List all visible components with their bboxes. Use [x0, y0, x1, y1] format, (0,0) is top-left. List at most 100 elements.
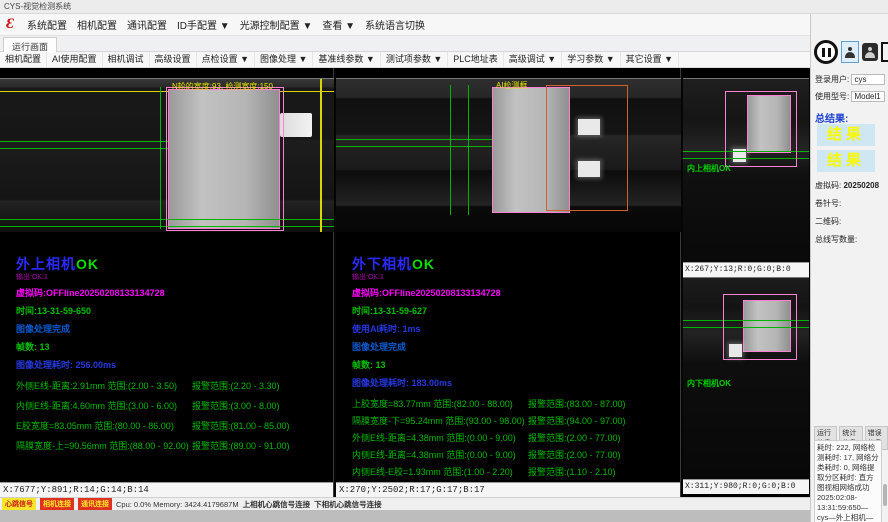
- pause-button[interactable]: [814, 40, 838, 64]
- menu-item[interactable]: 相机配置: [72, 15, 122, 34]
- model-label: 使用型号:: [815, 92, 849, 101]
- menu-item[interactable]: 通讯配置: [122, 15, 172, 34]
- camera-status-line: 外下相机OK: [352, 254, 676, 274]
- alarm-range: 报警范围:(2.00 - 77.00): [528, 448, 676, 461]
- login-user-label: 登录用户:: [815, 75, 849, 84]
- user-button[interactable]: [841, 41, 859, 63]
- alarm-range: 报警范围:(81.00 - 85.00): [192, 419, 329, 432]
- alarm-range: 报警范围:(89.00 - 91.00): [192, 439, 329, 452]
- camera-name: 外下相机: [352, 256, 412, 272]
- menu-item[interactable]: 系统语言切换: [360, 15, 430, 34]
- comm-connect-badge: 通讯连接: [78, 498, 112, 510]
- edge-line-green: [450, 85, 451, 215]
- alarm-range: 报警范围:(2.00 - 77.00): [528, 431, 676, 444]
- write-count-label: 总线写数量:: [815, 235, 857, 244]
- camera-image-outer-lower[interactable]: AI检测框: [336, 78, 681, 232]
- virtual-code-label: 虚拟码:: [815, 181, 841, 190]
- toolbar-item[interactable]: 相机配置: [0, 52, 47, 67]
- menu-item[interactable]: 光源控制配置 ▼: [235, 15, 318, 34]
- baseline-green: [0, 148, 168, 149]
- result-block-outer-upper: 外上相机OK 输出:OK:1 虚拟码:OFFline20250208133134…: [16, 254, 329, 452]
- camera-image-inner-lower[interactable]: 内下相机OK: [683, 277, 809, 479]
- toolbar-item[interactable]: 测试项参数 ▼: [381, 52, 448, 67]
- measurement-row: 内侧E线-E胶=1.93mm 范围:(1.00 - 2.20) 报警范围:(1.…: [352, 465, 676, 478]
- measurement-row: 内侧E线-距离:4.60mm 范围:(3.00 - 6.00) 报警范围:(3.…: [16, 399, 329, 412]
- coord-bar-inner-lower: X:311;Y:980;R:0;G:0;B:0: [683, 479, 809, 494]
- measurement-list: 外侧E线-距离:2.91mm 范围:(2.00 - 3.50) 报警范围:(2.…: [16, 379, 329, 452]
- virtual-code-value: 20250208: [843, 181, 879, 190]
- coord-bar-outer-lower: X:270;Y:2502;R:17;G:17;B:17: [336, 482, 680, 497]
- alarm-range: 报警范围:(1.10 - 2.10): [528, 465, 676, 478]
- measurement-row: 外侧E线-距离=4.38mm 范围:(0.00 - 9.00) 报警范围:(2.…: [352, 431, 676, 444]
- log-textarea[interactable]: 耗时: 222, 网络检测耗时: 17, 网络分类耗时: 0, 网络提取分区耗时…: [814, 440, 882, 522]
- cpu-memory-text: Cpu: 0.0% Memory: 3424.4179687M: [116, 500, 239, 509]
- measurement-row: 上胶宽度=83.77mm 范围:(82.00 - 88.00) 报警范围:(83…: [352, 397, 676, 410]
- needle-field: 卷针号:: [815, 198, 841, 209]
- exit-button[interactable]: [881, 42, 888, 62]
- alarm-range: 报警范围:(83.00 - 87.00): [528, 397, 676, 410]
- login-user-value[interactable]: cys: [851, 74, 885, 85]
- measurement-row: 外侧E线-距离:2.91mm 范围:(2.00 - 3.50) 报警范围:(2.…: [16, 379, 329, 392]
- frame-line: 帧数: 13: [352, 358, 676, 371]
- coord-bar-outer-upper: X:7677;Y:891;R:14;G:14;B:14: [0, 482, 333, 497]
- roi-rect-pink: [723, 294, 797, 360]
- camera-panel-outer-upper: N轮的宽度:93, 检测宽度:150 外上相机OK 输出:OK:1 虚拟码:OF…: [0, 68, 334, 497]
- log-scrollbar[interactable]: [883, 484, 887, 506]
- toolbar-item[interactable]: PLC地址表: [448, 52, 504, 67]
- camera-label: 内上相机OK: [687, 163, 731, 174]
- toolbar-item[interactable]: AI使用配置: [47, 52, 103, 67]
- model-value[interactable]: Model1: [851, 91, 885, 102]
- gripper: [280, 113, 312, 137]
- toolbar-item[interactable]: 相机调试: [103, 52, 150, 67]
- person-icon: [865, 47, 875, 58]
- measurement-row: 隔膜宽度-下=95.24mm 范围:(93.00 - 98.00) 报警范围:(…: [352, 414, 676, 427]
- process-done-line: 图像处理完成: [16, 322, 329, 335]
- tab-run-screen[interactable]: 运行画面: [3, 37, 57, 52]
- menu-item[interactable]: ID手配置 ▼: [172, 15, 235, 34]
- menu-item[interactable]: 系统配置: [22, 15, 72, 34]
- menu-item[interactable]: 查看 ▼: [317, 15, 360, 34]
- measurement-text: 外侧E线-距离:2.91mm 范围:(2.00 - 3.50): [16, 379, 192, 392]
- bottom-strip: [0, 510, 810, 522]
- measurement-row: E胶宽度=83.05mm 范围:(80.00 - 86.00) 报警范围:(81…: [16, 419, 329, 432]
- alarm-range: 报警范围:(3.00 - 8.00): [192, 399, 329, 412]
- right-sidebar: 登录用户: cys 使用型号: Model1 总结果: 结果 结果 虚拟码: 2…: [810, 14, 888, 522]
- toolbar-item[interactable]: 高级设置: [150, 52, 197, 67]
- control-buttons: [814, 40, 888, 64]
- camera-label: 内下相机OK: [687, 378, 731, 389]
- alarm-range: 报警范围:(94.00 - 97.00): [528, 414, 676, 427]
- baseline-green: [0, 141, 168, 142]
- ai-detect-rect-orange: [546, 85, 628, 211]
- camera-image-outer-upper[interactable]: N轮的宽度:93, 检测宽度:150: [0, 78, 334, 232]
- virtual-code-field: 虚拟码: 20250208: [815, 180, 879, 191]
- toolbar-item[interactable]: 其它设置 ▼: [621, 52, 679, 67]
- barcode-line: 虚拟码:OFFline20250208133134728: [352, 286, 676, 299]
- status-bar: 心跳信号 相机连接 通讯连接 Cpu: 0.0% Memory: 3424.41…: [0, 497, 810, 510]
- toolbar-item[interactable]: 高级调试 ▼: [504, 52, 562, 67]
- result-block-outer-lower: 外下相机OK 输出:OK:1 虚拟码:OFFline20250208133134…: [352, 254, 676, 495]
- camera-panel-outer-lower: AI检测框 外下相机OK 输出:OK:1 虚拟码:OFFline20250208…: [336, 68, 681, 497]
- measurement-text: 内侧E线-E胶=1.93mm 范围:(1.00 - 2.20): [352, 465, 528, 478]
- toolbar-item[interactable]: 点检设置 ▼: [197, 52, 255, 67]
- toolbar-item[interactable]: 学习参数 ▼: [562, 52, 620, 67]
- needle-label: 卷针号:: [815, 199, 841, 208]
- roi-rect-pink: [725, 91, 797, 167]
- measurement-list: 上胶宽度=83.77mm 范围:(82.00 - 88.00) 报警范围:(83…: [352, 397, 676, 495]
- status-ok: OK: [76, 256, 99, 272]
- window-title: CYS-视觉检测系统: [4, 2, 71, 11]
- toolbar-item[interactable]: 基准线参数 ▼: [313, 52, 380, 67]
- menu-bar: Ɛ 系统配置相机配置通讯配置ID手配置 ▼光源控制配置 ▼查看 ▼系统语言切换: [0, 14, 810, 36]
- edge-line-green: [160, 87, 161, 229]
- toolbar-item[interactable]: 图像处理 ▼: [255, 52, 313, 67]
- measurement-row: 隔膜宽度-上=90.56mm 范围:(88.00 - 92.00) 报警范围:(…: [16, 439, 329, 452]
- admin-button[interactable]: [862, 43, 878, 61]
- measurement-text: 隔膜宽度-下=95.24mm 范围:(93.00 - 98.00): [352, 414, 528, 427]
- camera-name: 外上相机: [16, 256, 76, 272]
- coord-bar-inner-upper: X:267;Y:13;R:0;G:0;B:0: [683, 262, 809, 277]
- process-done-line: 图像处理完成: [352, 340, 676, 353]
- heartbeat-badge: 心跳信号: [2, 498, 36, 510]
- camera-image-inner-upper[interactable]: 内上相机OK: [683, 78, 809, 262]
- barcode-line: 虚拟码:OFFline20250208133134728: [16, 286, 329, 299]
- qr-field: 二维码:: [815, 216, 841, 227]
- result-box-2: 结果: [817, 150, 875, 172]
